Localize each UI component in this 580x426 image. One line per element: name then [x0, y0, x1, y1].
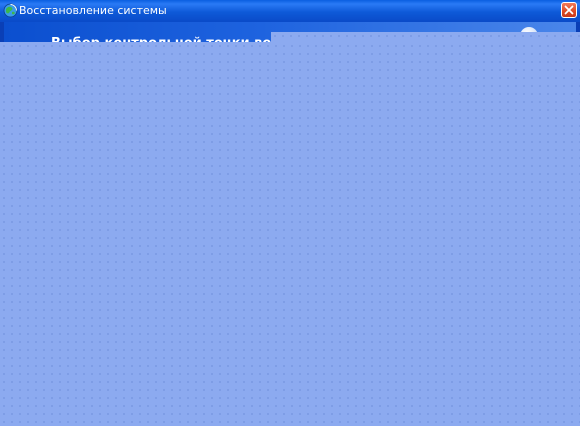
window-title: Восстановление системы: [19, 4, 167, 17]
system-restore-window: Восстановление системы Выбор контрольной…: [0, 0, 580, 426]
close-button[interactable]: [561, 2, 577, 18]
system-restore-icon: [3, 3, 18, 18]
content-area: [0, 42, 580, 426]
content-area-top: [271, 32, 580, 42]
close-icon: [564, 5, 574, 15]
title-bar[interactable]: Восстановление системы: [0, 0, 580, 22]
